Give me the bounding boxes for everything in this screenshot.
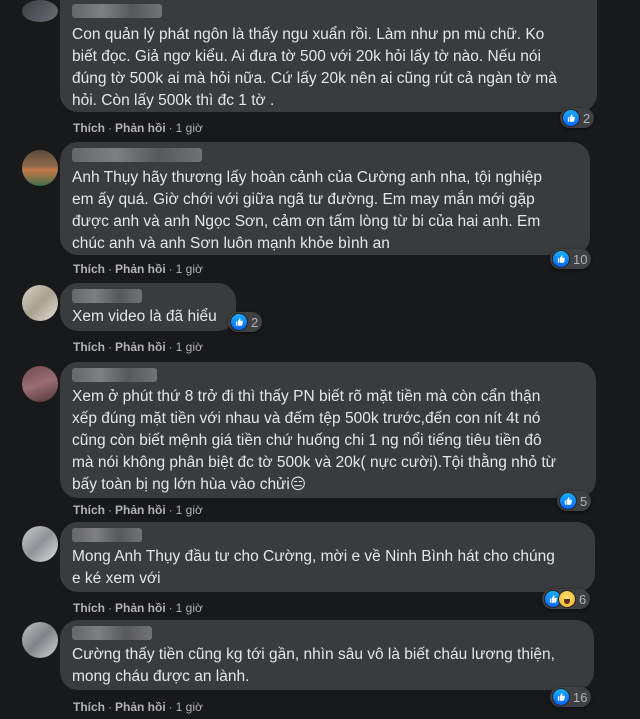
like-icon	[559, 492, 577, 510]
comment-text: Xem video là đã hiểu	[72, 308, 217, 325]
comment-text: Cường thấy tiền cũng kg tới gần, nhìn sâ…	[72, 646, 555, 685]
like-button[interactable]: Thích	[73, 700, 105, 714]
reply-button[interactable]: Phản hồi	[115, 121, 166, 135]
comment-text: Con quản lý phát ngôn là thấy ngu xuẩn r…	[72, 26, 557, 109]
comment-actions: Thích · Phản hồi · 1 giờ	[73, 121, 203, 135]
reply-button[interactable]: Phản hồi	[115, 503, 166, 517]
comment-bubble: Con quản lý phát ngôn là thấy ngu xuẩn r…	[60, 0, 597, 112]
reaction-count[interactable]: 16	[550, 687, 592, 707]
like-button[interactable]: Thích	[73, 340, 105, 354]
comment-text: Xem ở phút thứ 8 trở đi thì thấy PN biết…	[72, 388, 556, 493]
timestamp[interactable]: 1 giờ	[176, 700, 203, 714]
comment-text: Mong Anh Thụy đầu tư cho Cường, mời e về…	[72, 548, 555, 587]
comment-actions: Thích · Phản hồi · 1 giờ	[73, 700, 203, 714]
comment-actions: Thích · Phản hồi · 1 giờ	[73, 340, 203, 354]
avatar[interactable]	[22, 366, 58, 402]
reaction-number: 5	[580, 493, 588, 509]
like-button[interactable]: Thích	[73, 503, 105, 517]
reply-button[interactable]: Phản hồi	[115, 601, 166, 615]
avatar[interactable]	[22, 526, 58, 562]
reaction-count[interactable]: 2	[228, 312, 263, 332]
author-name-redacted[interactable]	[72, 148, 202, 162]
comment-bubble: Xem video là đã hiểu	[60, 283, 236, 331]
comment-bubble: Anh Thụy hãy thương lấy hoàn cảnh của Cư…	[60, 142, 590, 255]
author-name-redacted[interactable]	[72, 368, 157, 382]
reaction-count[interactable]: 6	[542, 589, 591, 609]
like-icon	[552, 688, 570, 706]
reply-button[interactable]: Phản hồi	[115, 340, 166, 354]
timestamp[interactable]: 1 giờ	[176, 503, 203, 517]
reaction-count[interactable]: 10	[550, 249, 592, 269]
like-button[interactable]: Thích	[73, 262, 105, 276]
avatar[interactable]	[22, 622, 58, 658]
avatar[interactable]	[22, 0, 58, 22]
reply-button[interactable]: Phản hồi	[115, 262, 166, 276]
comment-actions: Thích · Phản hồi · 1 giờ	[73, 601, 203, 615]
reaction-number: 2	[251, 314, 259, 330]
like-icon	[562, 109, 580, 127]
timestamp[interactable]: 1 giờ	[176, 340, 203, 354]
reaction-number: 10	[573, 251, 588, 267]
comment-actions: Thích · Phản hồi · 1 giờ	[73, 503, 203, 517]
reaction-number: 2	[583, 110, 591, 126]
avatar[interactable]	[22, 285, 58, 321]
author-name-redacted[interactable]	[72, 626, 152, 640]
comment-bubble: Xem ở phút thứ 8 trở đi thì thấy PN biết…	[60, 362, 596, 498]
comment-text: Anh Thụy hãy thương lấy hoàn cảnh của Cư…	[72, 169, 542, 252]
like-icon	[230, 313, 248, 331]
author-name-redacted[interactable]	[72, 4, 162, 18]
comment-bubble: Mong Anh Thụy đầu tư cho Cường, mời e về…	[60, 522, 595, 592]
reaction-number: 6	[579, 591, 587, 607]
author-name-redacted[interactable]	[72, 528, 142, 542]
like-button[interactable]: Thích	[73, 121, 105, 135]
reaction-count[interactable]: 5	[557, 491, 592, 511]
like-button[interactable]: Thích	[73, 601, 105, 615]
author-name-redacted[interactable]	[72, 289, 142, 303]
avatar[interactable]	[22, 150, 58, 186]
reply-button[interactable]: Phản hồi	[115, 700, 166, 714]
comment-actions: Thích · Phản hồi · 1 giờ	[73, 262, 203, 276]
reaction-count[interactable]: 2	[560, 108, 595, 128]
timestamp[interactable]: 1 giờ	[176, 262, 203, 276]
comment-bubble: Cường thấy tiền cũng kg tới gần, nhìn sâ…	[60, 620, 594, 690]
reaction-number: 16	[573, 689, 588, 705]
timestamp[interactable]: 1 giờ	[176, 121, 203, 135]
timestamp[interactable]: 1 giờ	[176, 601, 203, 615]
like-icon	[552, 250, 570, 268]
haha-icon	[558, 590, 576, 608]
